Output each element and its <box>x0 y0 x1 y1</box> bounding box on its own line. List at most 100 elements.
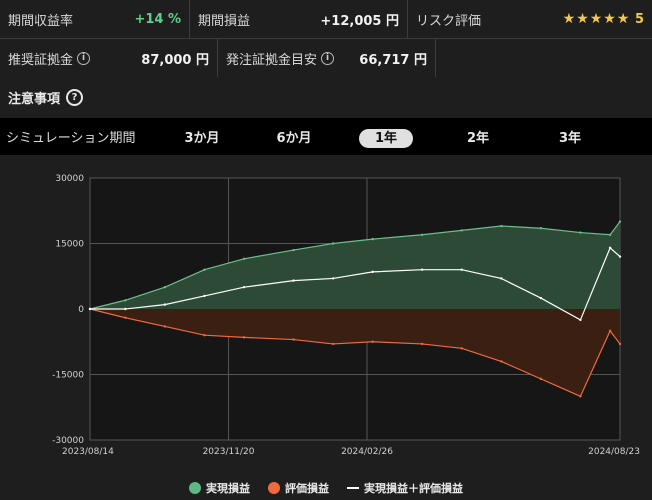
unrealized-point <box>420 342 424 346</box>
unrealized-point <box>460 347 463 350</box>
pnl-chart: 30000 15000 0 -15000 -300002023/08/14 2023/11… <box>52 174 640 457</box>
tab-6-months[interactable]: 6か月 <box>248 127 340 146</box>
y-tick-label: 15000 <box>55 240 84 250</box>
y-tick-label: 0 <box>78 305 84 315</box>
legend-label: 評価損益 <box>285 482 329 495</box>
total-point <box>460 268 463 271</box>
stats-row-2: 推奨証拠金 i 87,000 円 発注証拠金目安 i 66,717 円 <box>0 39 652 77</box>
total-point <box>292 279 295 282</box>
total-point <box>500 277 503 280</box>
legend-label: 実現損益 <box>206 482 250 495</box>
total-point <box>203 294 206 298</box>
recommended-margin-label: 推奨証拠金 <box>8 52 74 68</box>
tab-3-months[interactable]: 3か月 <box>156 127 248 146</box>
risk-label: リスク評価 <box>416 13 482 29</box>
realized-point <box>460 229 463 232</box>
tab-label: 3年 <box>558 131 582 146</box>
info-icon[interactable]: i <box>321 51 335 65</box>
x-tick-label: 2023/08/14 <box>62 447 114 457</box>
stats-row-1: 期間収益率 +14 % 期間損益 +12,005 円 リスク評価 ★★★★★ 5 <box>0 0 652 39</box>
realized-point <box>579 231 582 234</box>
unrealized-point <box>579 395 582 398</box>
risk-value: 5 <box>634 12 644 27</box>
tab-2-years[interactable]: 2年 <box>432 127 524 146</box>
chart-legend: 実現損益 評価損益 実現損益＋評価損益 <box>0 480 652 496</box>
unrealized-point <box>608 329 612 333</box>
realized-point <box>371 237 374 241</box>
caution-label: 注意事項 <box>8 92 61 107</box>
tab-label: 6か月 <box>276 131 312 146</box>
unrealized-point <box>163 325 167 328</box>
period-pnl-value: +12,005 円 <box>320 13 399 29</box>
period-pnl-label: 期間損益 <box>198 13 251 29</box>
realized-point <box>608 233 612 236</box>
unrealized-point <box>618 342 622 346</box>
recommended-margin: 推奨証拠金 i 87,000 円 <box>0 39 218 77</box>
x-tick-label: 2023/11/20 <box>203 447 255 457</box>
unrealized-dot-icon <box>268 482 280 494</box>
star-icon: ★★★★★ <box>562 11 631 27</box>
unrealized-point <box>331 342 335 346</box>
unrealized-point <box>124 316 127 319</box>
y-tick-label: -30000 <box>52 436 84 446</box>
legend-item-total: 実現損益＋評価損益 <box>347 480 463 496</box>
total-point <box>618 255 622 258</box>
total-point <box>163 303 167 306</box>
tab-label: 2年 <box>466 131 490 146</box>
period-selector-label: シミュレーション期間 <box>6 131 136 146</box>
unrealized-point <box>539 377 543 381</box>
realized-point <box>420 233 424 236</box>
total-point <box>331 277 335 280</box>
legend-item-unrealized: 評価損益 <box>268 480 329 496</box>
total-line-icon <box>347 487 359 489</box>
realized-point <box>203 268 206 271</box>
unrealized-point <box>242 336 246 339</box>
risk-rating: リスク評価 ★★★★★ 5 <box>408 0 652 38</box>
order-margin: 発注証拠金目安 i 66,717 円 <box>218 39 436 77</box>
unrealized-point <box>203 334 206 337</box>
tab-1-year[interactable]: 1年 <box>340 127 432 148</box>
total-point <box>579 318 582 322</box>
total-point <box>608 246 612 250</box>
y-tick-label: -15000 <box>52 371 84 381</box>
unrealized-point <box>371 340 374 343</box>
period-return-value: +14 % <box>134 11 181 27</box>
realized-point <box>124 299 127 302</box>
realized-point <box>292 248 295 252</box>
question-icon[interactable]: ? <box>66 89 84 106</box>
total-point <box>420 268 424 271</box>
tab-label: 3か月 <box>184 131 220 146</box>
caution-heading[interactable]: 注意事項 ? <box>8 88 84 107</box>
risk-value-group: ★★★★★ 5 <box>563 11 644 27</box>
x-tick-label: 2024/02/26 <box>341 447 393 457</box>
realized-point <box>242 257 246 260</box>
legend-item-realized: 実現損益 <box>189 480 250 496</box>
period-return-label: 期間収益率 <box>8 13 74 29</box>
realized-point <box>539 227 543 230</box>
total-point <box>539 296 543 300</box>
unrealized-point <box>500 360 503 363</box>
realized-point <box>331 242 335 245</box>
realized-point <box>500 224 503 228</box>
total-point <box>371 270 374 274</box>
order-margin-label: 発注証拠金目安 <box>226 52 318 68</box>
legend-label: 実現損益＋評価損益 <box>364 482 463 495</box>
realized-dot-icon <box>189 482 201 494</box>
period-return: 期間収益率 +14 % <box>0 0 190 38</box>
total-point <box>88 307 92 311</box>
stats-panel: 期間収益率 +14 % 期間損益 +12,005 円 リスク評価 ★★★★★ 5… <box>0 0 652 77</box>
period-selector: シミュレーション期間 3か月 6か月 1年 2年 3年 <box>0 118 652 155</box>
y-tick-label: 30000 <box>55 174 84 184</box>
realized-point <box>163 285 167 289</box>
total-point <box>242 285 246 289</box>
unrealized-point <box>292 338 295 341</box>
info-icon[interactable]: i <box>77 51 91 65</box>
order-margin-value: 66,717 円 <box>359 52 427 68</box>
x-tick-label: 2024/08/23 <box>588 447 640 457</box>
tab-3-years[interactable]: 3年 <box>524 127 616 146</box>
tab-label: 1年 <box>358 129 414 148</box>
recommended-margin-value: 87,000 円 <box>141 52 209 68</box>
realized-point <box>618 220 622 223</box>
period-pnl: 期間損益 +12,005 円 <box>190 0 408 38</box>
total-point <box>124 307 127 311</box>
